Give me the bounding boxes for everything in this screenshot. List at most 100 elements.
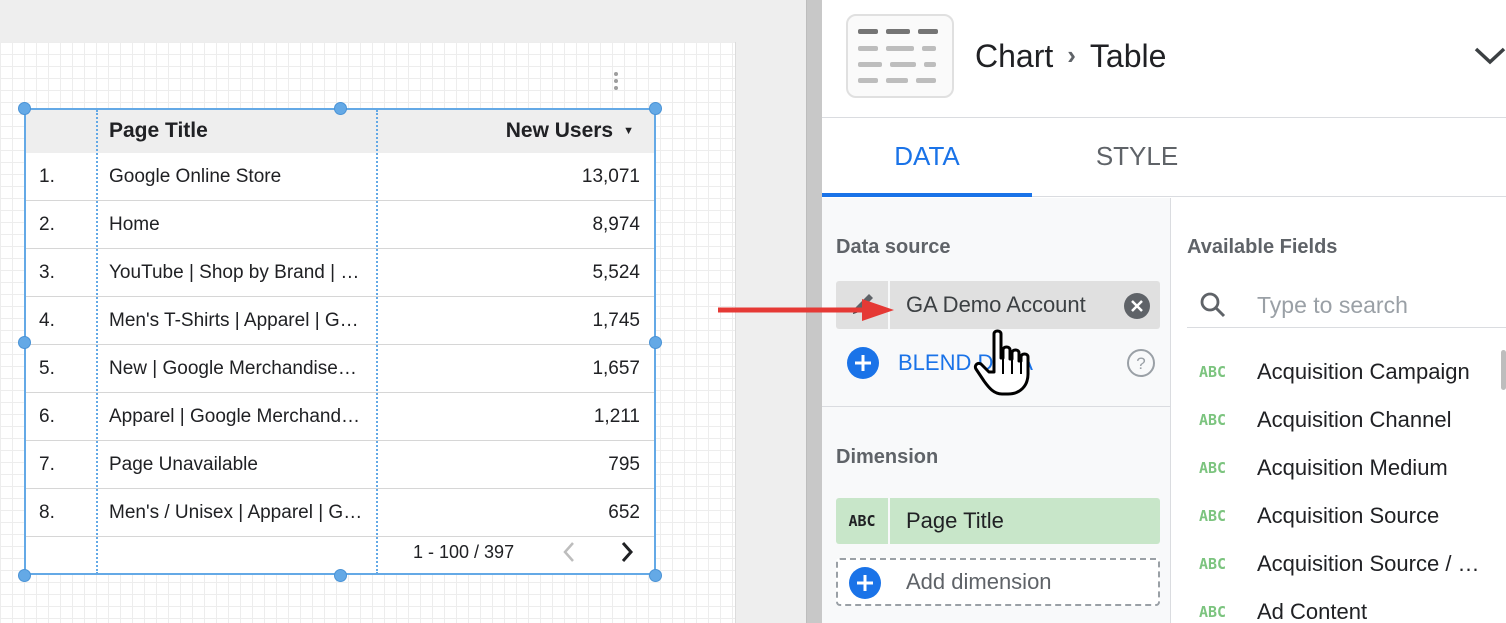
section-divider — [822, 406, 1171, 407]
row-page-title: YouTube | Shop by Brand | … — [109, 262, 360, 283]
table-row[interactable]: 4. Men's T-Shirts | Apparel | G… 1,745 — [24, 297, 656, 345]
row-new-users: 652 — [608, 502, 640, 523]
row-new-users: 1,657 — [592, 358, 640, 379]
field-type-badge: ABC — [1199, 555, 1227, 573]
table-row[interactable]: 7. Page Unavailable 795 — [24, 441, 656, 489]
row-new-users: 8,974 — [592, 214, 640, 235]
row-new-users: 1,211 — [593, 406, 640, 427]
properties-panel: Chart › Table DATA STYLE Data source GA De… — [822, 0, 1506, 623]
search-input[interactable] — [1257, 286, 1497, 324]
close-icon[interactable] — [1123, 292, 1151, 320]
row-new-users: 13,071 — [581, 166, 640, 187]
table-row[interactable]: 6. Apparel | Google Merchand… 1,211 — [24, 393, 656, 441]
field-search — [1187, 282, 1506, 328]
field-name: Acquisition Campaign — [1257, 359, 1470, 384]
row-index: 2. — [39, 214, 55, 235]
add-circle-icon — [849, 567, 881, 599]
row-page-title: Page Unavailable — [109, 454, 258, 475]
dimension-name: Page Title — [906, 508, 1004, 533]
table-chart-icon — [846, 14, 954, 98]
chart-breadcrumb: Chart › Table — [975, 34, 1166, 77]
resize-handle[interactable] — [18, 336, 31, 349]
column-header-page-title[interactable]: Page Title — [109, 108, 208, 153]
chevron-down-icon[interactable] — [1473, 40, 1506, 70]
field-type-badge: ABC — [1199, 459, 1227, 477]
row-index: 3. — [39, 262, 55, 283]
field-type-badge: ABC — [1199, 603, 1227, 621]
field-type-badge: ABC — [1199, 507, 1227, 525]
table-row[interactable]: 5. New | Google Merchandise… 1,657 — [24, 345, 656, 393]
row-new-users: 795 — [608, 454, 640, 475]
field-item[interactable]: ABC Acquisition Source — [1187, 492, 1506, 540]
row-page-title: Men's / Unisex | Apparel | G… — [109, 502, 363, 523]
field-name: Acquisition Source / … — [1257, 551, 1480, 576]
field-type-badge: ABC — [1199, 411, 1227, 429]
available-fields-label: Available Fields — [1187, 236, 1338, 258]
hand-pointer-icon — [973, 329, 1030, 396]
tab-data[interactable]: DATA — [822, 119, 1032, 197]
available-fields-column: Available Fields ABC Acquisition Campaig… — [1172, 198, 1506, 623]
data-config-column: Data source GA Demo Account BLEND DATA ?… — [822, 198, 1171, 623]
resize-handle[interactable] — [649, 569, 662, 582]
row-index: 5. — [39, 358, 55, 379]
column-header-new-users[interactable]: New Users ▼ — [506, 108, 634, 153]
row-page-title: Google Online Store — [109, 166, 282, 187]
column-header-new-users-label: New Users — [505, 119, 614, 142]
table-row[interactable]: 2. Home 8,974 — [24, 201, 656, 249]
table-row[interactable]: 8. Men's / Unisex | Apparel | G… 652 — [24, 489, 656, 537]
fields-scrollbar[interactable] — [1501, 350, 1506, 390]
chevron-left-icon[interactable] — [558, 538, 580, 566]
table-row[interactable]: 1. Google Online Store 13,071 — [24, 153, 656, 201]
table-chart[interactable]: Page Title New Users ▼ 1. Google Online S… — [24, 108, 656, 575]
dimension-chip[interactable]: ABC Page Title — [836, 498, 1160, 544]
more-options-icon[interactable] — [610, 70, 622, 96]
resize-handle[interactable] — [649, 102, 662, 115]
field-item[interactable]: ABC Acquisition Channel — [1187, 396, 1506, 444]
add-dimension-button[interactable]: Add dimension — [836, 558, 1160, 606]
row-page-title: Home — [109, 214, 160, 235]
data-source-label: Data source — [836, 236, 951, 258]
row-new-users: 5,524 — [592, 262, 640, 283]
row-page-title: New | Google Merchandise… — [109, 358, 357, 379]
resize-handle[interactable] — [334, 569, 347, 582]
field-item[interactable]: ABC Acquisition Source / … — [1187, 540, 1506, 588]
row-index: 1. — [39, 166, 55, 187]
row-index: 7. — [39, 454, 55, 475]
row-index: 4. — [39, 310, 55, 331]
breadcrumb-table: Table — [1089, 38, 1167, 74]
table-row[interactable]: 3. YouTube | Shop by Brand | … 5,524 — [24, 249, 656, 297]
chart-type-header[interactable]: Chart › Table — [822, 0, 1506, 118]
add-dimension-label: Add dimension — [906, 569, 1052, 594]
resize-handle[interactable] — [18, 102, 31, 115]
dimension-label: Dimension — [836, 446, 939, 468]
dimension-type-badge[interactable]: ABC — [836, 498, 890, 544]
field-name: Ad Content — [1257, 599, 1368, 623]
resize-handle[interactable] — [649, 336, 662, 349]
panel-tabs: DATA STYLE — [822, 119, 1506, 197]
row-page-title: Apparel | Google Merchand… — [109, 406, 361, 427]
field-name: Acquisition Source — [1257, 503, 1440, 528]
field-item[interactable]: ABC Ad Content — [1187, 588, 1506, 623]
resize-handle[interactable] — [18, 569, 31, 582]
svg-text:?: ? — [1136, 354, 1145, 373]
table-pagination: 1 - 100 / 397 — [24, 534, 656, 570]
add-circle-icon — [847, 347, 879, 379]
breadcrumb-chart: Chart — [975, 38, 1054, 74]
report-canvas: Page Title New Users ▼ 1. Google Online S… — [0, 0, 806, 623]
field-item[interactable]: ABC Acquisition Campaign — [1187, 348, 1506, 396]
chevron-right-icon: › — [1067, 40, 1076, 70]
field-name: Acquisition Channel — [1257, 407, 1452, 432]
active-tab-indicator — [822, 193, 1032, 197]
data-source-name: GA Demo Account — [906, 292, 1086, 317]
row-index: 6. — [39, 406, 55, 427]
row-new-users: 1,745 — [592, 310, 640, 331]
resize-handle[interactable] — [334, 102, 347, 115]
tab-style[interactable]: STYLE — [1032, 119, 1242, 197]
help-icon[interactable]: ? — [1126, 348, 1156, 378]
pagination-range: 1 - 100 / 397 — [413, 542, 515, 562]
field-item[interactable]: ABC Acquisition Medium — [1187, 444, 1506, 492]
row-index: 8. — [39, 502, 55, 523]
field-type-badge: ABC — [1199, 363, 1227, 381]
chevron-right-icon[interactable] — [616, 538, 638, 566]
row-page-title: Men's T-Shirts | Apparel | G… — [109, 310, 359, 331]
